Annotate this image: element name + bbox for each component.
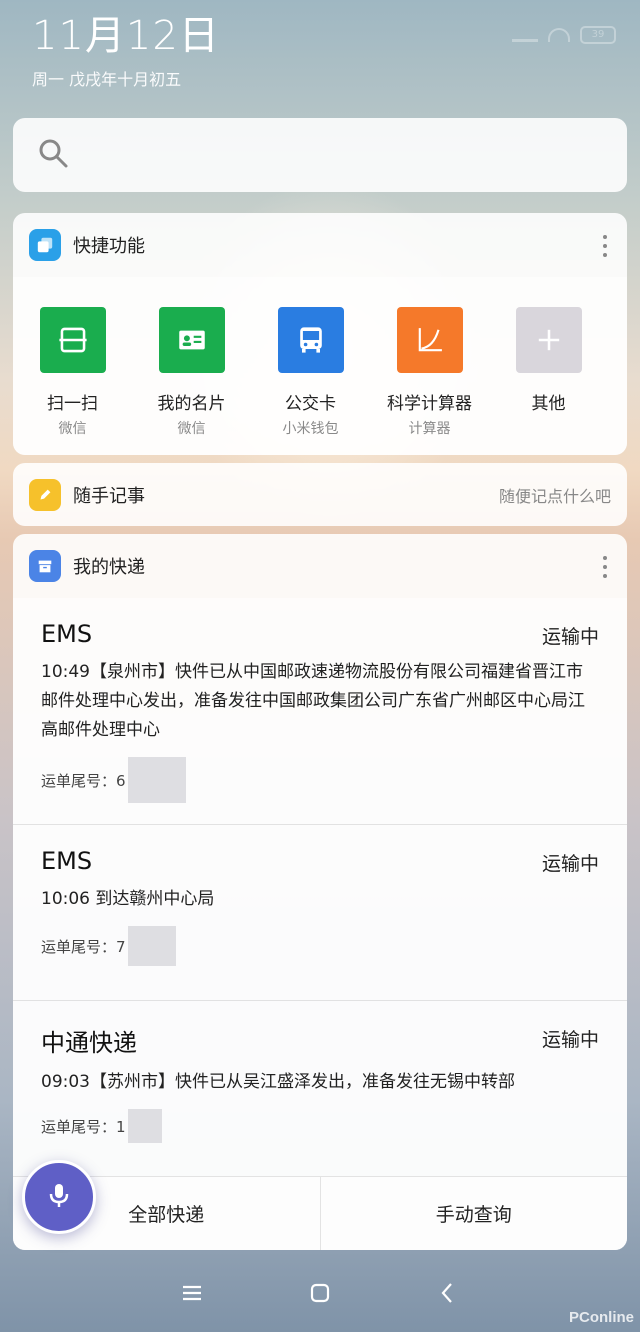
quick-functions-grid: 扫一扫 微信 我的名片 微信 公交卡 小米钱包 科学计算器 计算器 其他 <box>13 277 627 455</box>
package-company: EMS <box>41 847 93 875</box>
package-item[interactable]: 中通快递 运输中 09:03【苏州市】快件已从吴江盛泽发出，准备发往无锡中转部 … <box>13 1001 627 1177</box>
package-detail: 10:49【泉州市】快件已从中国邮政速递物流股份有限公司福建省晋江市邮件处理中心… <box>41 662 585 740</box>
menu-icon[interactable] <box>178 1279 206 1311</box>
manual-query-button[interactable]: 手动查询 <box>319 1177 628 1250</box>
scan-icon <box>39 307 106 373</box>
back-icon[interactable] <box>434 1279 462 1311</box>
watermark-logo: PConline <box>568 1309 634 1326</box>
package-detail: 10:06 到达赣州中心局 <box>41 889 215 909</box>
express-header: 我的快递 <box>13 534 627 598</box>
tile-other[interactable]: 其他 <box>489 307 608 455</box>
tile-sublabel: 计算器 <box>408 421 451 437</box>
more-options-icon[interactable] <box>603 556 607 578</box>
more-options-icon[interactable] <box>603 235 607 257</box>
lunar-date-text: 周一 戊戌年十月初五 <box>32 70 182 89</box>
express-list: EMS 运输中 10:49【泉州市】快件已从中国邮政速递物流股份有限公司福建省晋… <box>13 598 627 1250</box>
voice-assistant-button[interactable] <box>22 1160 96 1234</box>
plus-icon <box>515 307 582 373</box>
package-company: 中通快递 <box>41 1029 137 1057</box>
express-footer: 全部快递 手动查询 <box>13 1176 627 1250</box>
package-id-label: 运单尾号：6 <box>41 771 126 790</box>
package-id-row: 运单尾号：7 <box>41 926 599 966</box>
redaction-mask <box>127 926 176 966</box>
tile-sublabel: 小米钱包 <box>282 421 339 437</box>
battery-icon: 39 <box>580 26 616 44</box>
package-company: EMS <box>41 620 93 648</box>
quick-functions-header: 快捷功能 <box>13 213 627 277</box>
chart-curve-icon <box>396 307 463 373</box>
tile-business-card[interactable]: 我的名片 微信 <box>132 307 251 455</box>
redaction-mask <box>127 757 186 803</box>
redaction-mask <box>127 1109 162 1143</box>
tile-label: 科学计算器 <box>387 394 472 414</box>
package-item[interactable]: EMS 运输中 10:49【泉州市】快件已从中国邮政速递物流股份有限公司福建省晋… <box>13 598 627 825</box>
tile-scientific-calculator[interactable]: 科学计算器 计算器 <box>370 307 489 455</box>
home-icon[interactable] <box>306 1279 334 1311</box>
quick-functions-icon <box>29 229 61 261</box>
signal-icon <box>512 28 538 42</box>
date-text: 11月12日 <box>32 13 220 59</box>
pencil-icon <box>29 478 61 511</box>
quick-functions-card: 快捷功能 扫一扫 微信 我的名片 微信 公交卡 小米钱包 科学计算器 计算器 其… <box>13 213 627 455</box>
tile-bus-card[interactable]: 公交卡 小米钱包 <box>251 307 370 455</box>
bus-icon <box>277 307 344 373</box>
package-status: 运输中 <box>541 626 599 648</box>
package-status: 运输中 <box>541 853 599 875</box>
system-navigation-bar <box>0 1270 640 1320</box>
package-status: 运输中 <box>541 1029 599 1051</box>
memo-hint: 随便记点什么吧 <box>498 486 611 506</box>
system-status-icons: 39 <box>512 26 616 44</box>
search-bar[interactable] <box>13 118 627 192</box>
business-card-icon <box>158 307 225 373</box>
package-id-row: 运单尾号：1 <box>41 1109 599 1143</box>
search-icon <box>37 137 69 173</box>
express-card: 我的快递 EMS 运输中 10:49【泉州市】快件已从中国邮政速递物流股份有限公… <box>13 534 627 1250</box>
package-detail: 09:03【苏州市】快件已从吴江盛泽发出，准备发往无锡中转部 <box>41 1072 515 1092</box>
tile-sublabel: 微信 <box>58 421 87 437</box>
tile-label: 我的名片 <box>157 394 226 414</box>
memo-card[interactable]: 随手记事 随便记点什么吧 <box>13 463 627 526</box>
memo-title: 随手记事 <box>73 485 145 507</box>
tile-label: 公交卡 <box>285 394 336 414</box>
quick-functions-title: 快捷功能 <box>73 236 145 257</box>
express-title: 我的快递 <box>73 557 145 578</box>
package-id-row: 运单尾号：6 <box>41 757 599 803</box>
microphone-icon <box>44 1180 74 1214</box>
package-box-icon <box>29 550 61 582</box>
package-id-label: 运单尾号：1 <box>41 1117 126 1136</box>
tile-scan[interactable]: 扫一扫 微信 <box>13 307 132 455</box>
lockscreen-date: 11月12日 周一 戊戌年十月初五 <box>32 12 220 90</box>
tile-label: 扫一扫 <box>47 394 98 414</box>
tile-label: 其他 <box>531 394 566 414</box>
package-item[interactable]: EMS 运输中 10:06 到达赣州中心局 运单尾号：7 <box>13 825 627 1001</box>
tile-sublabel: 微信 <box>177 421 206 437</box>
package-id-label: 运单尾号：7 <box>41 937 126 956</box>
wifi-icon <box>548 28 570 42</box>
